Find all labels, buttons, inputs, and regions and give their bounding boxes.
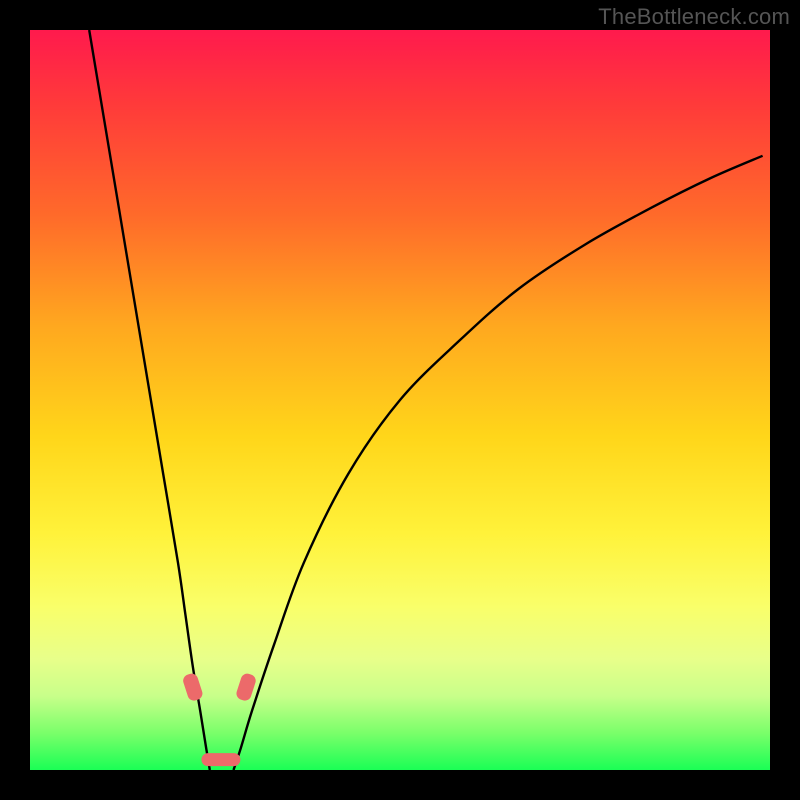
curve-left-branch bbox=[89, 30, 210, 770]
valley-floor-marker bbox=[202, 754, 240, 766]
valley-left-marker bbox=[182, 673, 203, 702]
plot-svg bbox=[30, 30, 770, 770]
curve-right-branch bbox=[234, 156, 763, 770]
watermark-text: TheBottleneck.com bbox=[598, 4, 790, 30]
valley-markers bbox=[182, 673, 257, 766]
valley-right-marker bbox=[235, 673, 256, 702]
chart-frame: TheBottleneck.com bbox=[0, 0, 800, 800]
plot-area bbox=[30, 30, 770, 770]
